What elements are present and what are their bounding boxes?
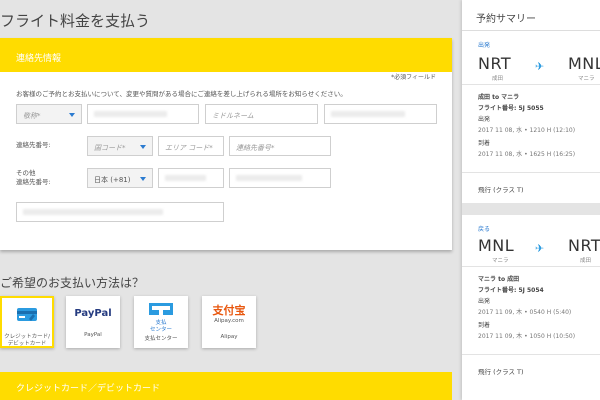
outbound-leg: 出発 NRT 成田 ✈ MNL マニラ 成田 to マニラ フライト番号: 5J…: [462, 36, 600, 206]
phone-number-placeholder: 連絡先番号*: [236, 144, 275, 152]
origin-code: NRT: [478, 54, 512, 73]
payment-option-label: クレジットカード/デビットカード: [4, 334, 50, 347]
destination-city: 成田: [580, 258, 592, 264]
departure-label: 出発: [478, 298, 491, 305]
arrival-time: 2017 11 09, 木 • 1050 H (10:50): [478, 333, 576, 340]
paypal-logo: PayPal: [74, 308, 112, 319]
airplane-icon: ✈: [535, 242, 545, 255]
arrival-label: 到着: [478, 322, 491, 329]
other-country-code-select[interactable]: 日本 (+81): [87, 168, 153, 188]
email-field[interactable]: [16, 202, 224, 222]
contact-intro-text: お客様のご予約とお支払いについて、変更や質問がある場合にご連絡を差し上げられる場…: [16, 90, 347, 98]
last-name-field[interactable]: [324, 104, 437, 124]
origin-city: 成田: [492, 76, 504, 82]
other-country-code-value: 日本 (+81): [94, 176, 131, 184]
destination-code: NRT: [568, 236, 600, 255]
destination-city: マニラ: [578, 76, 595, 82]
origin-code: MNL: [478, 236, 515, 255]
other-phone-label-line1: その他: [16, 169, 36, 177]
route-text: 成田 to マニラ: [478, 94, 520, 101]
payment-option-label: 支払センター: [144, 336, 178, 342]
area-code-field[interactable]: エリア コード*: [158, 136, 224, 156]
destination-code: MNL: [568, 54, 600, 73]
middle-name-field[interactable]: ミドルネーム: [205, 104, 318, 124]
divider: [462, 266, 600, 267]
alipay-logo: 支付宝: [212, 304, 246, 317]
cabin-class: 飛行 (クラス T): [478, 186, 524, 194]
booking-summary-panel: 予約サマリー 出発 NRT 成田 ✈ MNL マニラ 成田 to マニラ フライ…: [462, 0, 600, 400]
chevron-down-icon: [140, 177, 146, 181]
flight-number: フライト番号: 5J 5055: [478, 105, 544, 112]
divider: [462, 354, 600, 355]
title-select[interactable]: 敬称*: [16, 104, 82, 124]
page-title: フライト料金を支払う: [0, 12, 151, 30]
cabin-class: 飛行 (クラス T): [478, 368, 524, 376]
flight-number: フライト番号: 5J 5054: [478, 287, 544, 294]
payment-option-payment-center[interactable]: 支払 センター 支払センター: [134, 296, 188, 348]
departure-time: 2017 11 09, 木 • 0540 H (5:40): [478, 309, 572, 316]
leg-tag: 出発: [478, 42, 491, 49]
payment-center-icon: [149, 303, 173, 315]
divider: [462, 172, 600, 173]
payment-option-label: PayPal: [84, 332, 102, 338]
divider: [462, 84, 600, 85]
required-field-note: *必須フィールド: [391, 74, 436, 81]
chevron-down-icon: [140, 145, 146, 149]
route-text: マニラ to 成田: [478, 276, 520, 283]
payment-center-icon-text-line1: 支払: [155, 320, 167, 326]
arrival-label: 到着: [478, 140, 491, 147]
payment-option-alipay[interactable]: 支付宝 Alipay.com Alipay: [202, 296, 256, 348]
return-leg: 戻る MNL マニラ ✈ NRT 成田 マニラ to 成田 フライト番号: 5J…: [462, 218, 600, 400]
first-name-field[interactable]: [87, 104, 199, 124]
payment-option-label: Alipay: [220, 334, 238, 340]
alipay-logo-sub: Alipay.com: [214, 318, 244, 324]
contact-info-card: 連絡先情報 *必須フィールド お客様のご予約とお支払いについて、変更や質問がある…: [0, 38, 452, 250]
phone-label: 連絡先番号:: [16, 141, 51, 149]
divider: [462, 30, 600, 31]
summary-title: 予約サマリー: [476, 14, 536, 25]
payment-center-icon-text: 支払 センター: [134, 320, 188, 334]
departure-label: 出発: [478, 116, 491, 123]
other-phone-label-line2: 連絡先番号:: [16, 178, 51, 186]
other-area-code-field[interactable]: [158, 168, 224, 188]
other-phone-label: その他 連絡先番号:: [16, 169, 51, 187]
payment-center-icon-text-line2: センター: [149, 327, 172, 333]
credit-card-icon: [17, 308, 37, 321]
middle-name-placeholder: ミドルネーム: [212, 112, 254, 120]
country-code-select[interactable]: 国コード*: [87, 136, 153, 156]
departure-time: 2017 11 08, 水 • 1210 H (12:10): [478, 127, 576, 134]
arrival-time: 2017 11 08, 水 • 1625 H (16:25): [478, 151, 576, 158]
payment-method-title: ご希望のお支払い方法は？: [0, 276, 145, 290]
leg-divider: [462, 203, 600, 215]
airplane-icon: ✈: [535, 60, 545, 73]
phone-number-field[interactable]: 連絡先番号*: [229, 136, 331, 156]
contact-card-header: 連絡先情報: [0, 38, 452, 72]
title-select-value: 敬称*: [23, 112, 41, 120]
payment-option-credit-card[interactable]: クレジットカード/デビットカード: [0, 296, 54, 348]
area-code-placeholder: エリア コード*: [165, 144, 213, 152]
credit-card-section-header[interactable]: クレジットカード／デビットカード: [0, 372, 452, 400]
other-phone-number-field[interactable]: [229, 168, 331, 188]
origin-city: マニラ: [492, 258, 509, 264]
country-code-value: 国コード*: [94, 144, 126, 152]
payment-option-paypal[interactable]: PayPal PayPal: [66, 296, 120, 348]
leg-tag: 戻る: [478, 226, 491, 233]
chevron-down-icon: [69, 113, 75, 117]
